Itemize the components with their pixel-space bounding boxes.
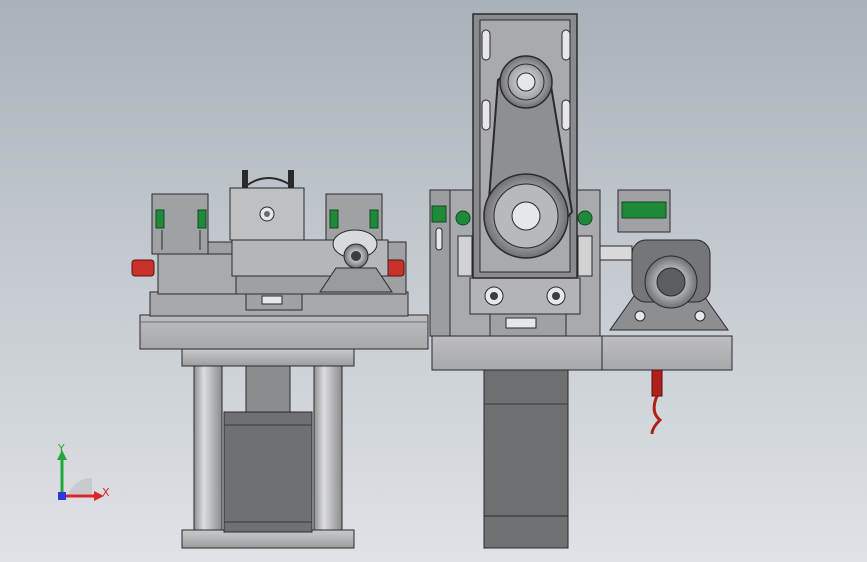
green-pad [155, 209, 165, 229]
right-motor-body [483, 367, 569, 519]
left-block-lower [157, 253, 237, 295]
left-table-plate [139, 314, 429, 350]
sensor-cable-loop [245, 177, 293, 187]
left-guide-column-1 [193, 364, 223, 531]
right-base-plate-ext [601, 335, 733, 371]
green-pad [369, 209, 379, 229]
assembly-drawing [131, 13, 733, 549]
slot [435, 227, 443, 251]
coordinate-triad: Y X [48, 440, 118, 510]
bolt-hole [634, 310, 646, 322]
right-base-plate [431, 335, 603, 371]
z-axis-marker [58, 492, 66, 500]
green-pad [197, 209, 207, 229]
shaft [599, 245, 633, 261]
cable-connector [651, 369, 663, 397]
bolt-hole [694, 310, 706, 322]
green-pad [329, 209, 339, 229]
slot [481, 99, 491, 131]
power-cable [650, 395, 663, 435]
left-top-flange [181, 347, 355, 367]
left-lift-module [131, 170, 429, 549]
slot [561, 29, 571, 61]
red-end-cap [131, 259, 155, 277]
slot [561, 99, 571, 131]
slot [481, 29, 491, 61]
left-bottom-plate [181, 529, 355, 549]
y-axis-label: Y [58, 442, 65, 455]
green-pad [621, 201, 667, 219]
green-pad [431, 205, 447, 223]
left-guide-column-2 [313, 364, 343, 531]
x-axis-label: X [102, 486, 110, 499]
right-motor-end [483, 515, 569, 549]
left-cylinder-rod-housing [245, 364, 291, 416]
right-belt-module [429, 13, 733, 549]
cad-viewport[interactable]: Y X [0, 0, 867, 562]
left-cylinder-body [223, 411, 313, 533]
